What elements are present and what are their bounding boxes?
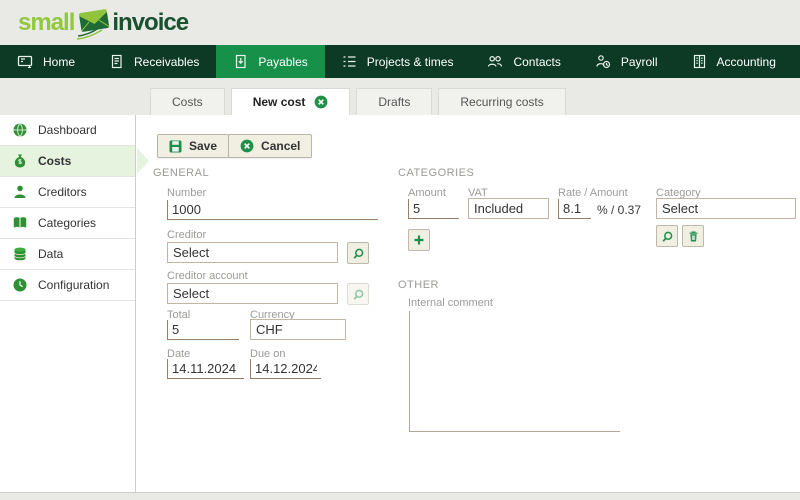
tab-recurring-costs[interactable]: Recurring costs [438, 88, 565, 115]
payables-icon [233, 54, 248, 69]
creditor-account-search-button[interactable] [347, 283, 369, 305]
cancel-button-label: Cancel [261, 139, 300, 153]
main-navbar: Home Receivables Payables Projects & tim… [0, 45, 800, 78]
footer-strip [0, 492, 800, 500]
nav-item-label: Payroll [621, 55, 658, 69]
tab-drafts[interactable]: Drafts [356, 88, 432, 115]
person-icon [12, 184, 28, 200]
logo-word-small: small [18, 9, 74, 37]
sidebar: Dashboard Costs Creditors Categories Dat… [0, 115, 136, 492]
sidebar-item-label: Dashboard [38, 123, 97, 137]
save-button[interactable]: Save [157, 134, 229, 158]
other-section-heading: OTHER [398, 279, 439, 291]
app-logo[interactable]: small invoice [18, 5, 188, 41]
nav-item-label: Projects & times [367, 55, 454, 69]
tab-bar: Costs New cost Drafts Recurring costs [150, 88, 566, 115]
nav-item-accounting[interactable]: Accounting [675, 45, 793, 78]
tab-new-cost[interactable]: New cost [231, 88, 351, 115]
rate-input[interactable] [558, 199, 591, 219]
category-delete-button[interactable] [682, 225, 704, 247]
cancel-icon [240, 139, 254, 153]
projects-times-icon [342, 54, 357, 69]
receivables-icon [109, 54, 124, 69]
book-icon [12, 215, 28, 231]
header: small invoice [0, 0, 800, 45]
sidebar-item-label: Data [38, 247, 63, 261]
nav-item-label: Home [43, 55, 75, 69]
creditor-account-select-input[interactable] [167, 283, 338, 304]
tab-label: New cost [253, 95, 306, 109]
date-input[interactable] [167, 359, 244, 379]
nav-item-label: Payables [258, 55, 307, 69]
sidebar-item-label: Costs [38, 154, 71, 168]
search-icon [352, 288, 365, 301]
sidebar-item-label: Creditors [38, 185, 87, 199]
sidebar-item-configuration[interactable]: Configuration [0, 270, 135, 301]
tab-costs[interactable]: Costs [150, 88, 225, 115]
category-select-input[interactable] [656, 198, 796, 219]
contacts-icon [487, 54, 503, 69]
categories-section-heading: CATEGORIES [398, 167, 474, 179]
save-icon [169, 140, 182, 153]
category-search-button[interactable] [656, 225, 678, 247]
home-icon [17, 54, 33, 69]
close-tab-icon[interactable] [314, 95, 328, 109]
nav-item-label: Receivables [134, 55, 199, 69]
nav-item-label: Contacts [513, 55, 560, 69]
total-input[interactable] [167, 320, 239, 340]
vat-select-input[interactable] [468, 198, 549, 219]
nav-item-contacts[interactable]: Contacts [470, 45, 577, 78]
currency-input[interactable] [250, 319, 346, 340]
sidebar-item-data[interactable]: Data [0, 239, 135, 270]
save-button-label: Save [189, 139, 217, 153]
nav-item-receivables[interactable]: Receivables [92, 45, 216, 78]
creditor-label: Creditor [167, 229, 206, 241]
rate-amount-label: Rate / Amount [558, 187, 628, 199]
creditor-select-input[interactable] [167, 242, 338, 263]
creditor-search-button[interactable] [347, 242, 369, 264]
nav-item-payroll[interactable]: Payroll [578, 45, 675, 78]
search-icon [352, 247, 365, 260]
cancel-button[interactable]: Cancel [228, 134, 312, 158]
sidebar-item-dashboard[interactable]: Dashboard [0, 115, 135, 146]
envelope-logo-icon [75, 5, 113, 41]
globe-icon [12, 122, 28, 138]
internal-comment-label: Internal comment [408, 297, 493, 309]
tab-label: Costs [172, 95, 203, 109]
payroll-icon [595, 54, 611, 69]
form-toolbar: Save Cancel [157, 134, 312, 158]
search-icon [661, 230, 674, 243]
amount-input[interactable] [408, 199, 459, 219]
nav-item-payables[interactable]: Payables [216, 45, 324, 78]
money-bag-icon [12, 153, 28, 169]
trash-icon [687, 230, 700, 243]
nav-item-label: Accounting [717, 55, 776, 69]
creditor-account-label: Creditor account [167, 270, 248, 282]
sidebar-item-costs[interactable]: Costs [0, 146, 135, 177]
internal-comment-textarea[interactable] [409, 311, 620, 432]
number-label: Number [167, 187, 206, 199]
accounting-icon [692, 54, 707, 69]
sidebar-item-categories[interactable]: Categories [0, 208, 135, 239]
sidebar-item-label: Categories [38, 216, 96, 230]
number-input[interactable] [167, 200, 378, 220]
active-item-arrow [137, 148, 149, 174]
nav-item-projects-times[interactable]: Projects & times [325, 45, 471, 78]
sidebar-item-label: Configuration [38, 278, 109, 292]
general-section-heading: GENERAL [153, 167, 209, 179]
nav-item-home[interactable]: Home [0, 45, 92, 78]
due-on-input[interactable] [250, 359, 321, 379]
clock-icon [12, 277, 28, 293]
tab-label: Recurring costs [460, 95, 543, 109]
sidebar-item-creditors[interactable]: Creditors [0, 177, 135, 208]
add-category-row-button[interactable] [408, 229, 430, 251]
amount-label: Amount [408, 187, 446, 199]
plus-icon [413, 234, 425, 246]
database-icon [12, 246, 28, 262]
tab-label: Drafts [378, 95, 410, 109]
logo-word-invoice: invoice [112, 9, 188, 37]
rate-amount-suffix: % / 0.37 [597, 203, 641, 217]
